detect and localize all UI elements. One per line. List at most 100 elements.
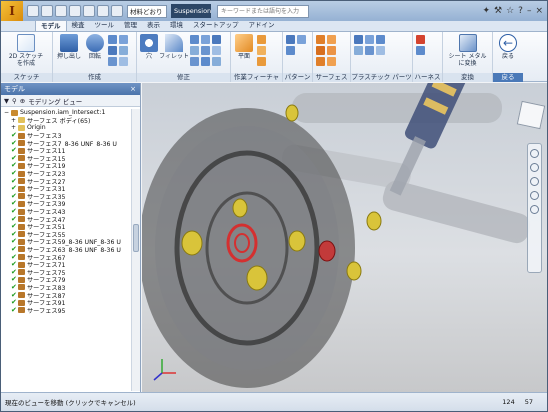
- steering-wheel-icon[interactable]: [530, 149, 539, 158]
- tree-folder[interactable]: + サーフェス ボディ(65): [1, 117, 131, 124]
- close-icon[interactable]: ×: [130, 83, 140, 95]
- look-at-icon[interactable]: [530, 205, 539, 214]
- tree-item[interactable]: ✔ サーフェス63_8-36 UNF_8-36 U: [1, 246, 131, 254]
- tree-item[interactable]: ✔ サーフェス75: [1, 268, 131, 276]
- tree-item[interactable]: ✔ サーフェス91: [1, 299, 131, 307]
- tree-item[interactable]: ✔ サーフェス27: [1, 177, 131, 185]
- point-icon[interactable]: [257, 46, 266, 55]
- rule-fillet-icon[interactable]: [365, 46, 374, 55]
- star-icon[interactable]: ☆: [506, 6, 514, 16]
- extrude-button[interactable]: 押し出し: [56, 34, 82, 60]
- thicken-icon[interactable]: [316, 35, 325, 44]
- new-icon[interactable]: [27, 5, 39, 17]
- tab-model[interactable]: モデル: [35, 20, 67, 31]
- search-input[interactable]: キーワードまたは語句を入力: [217, 4, 309, 18]
- revolve-button[interactable]: 回転: [85, 34, 105, 60]
- draft-icon[interactable]: [212, 35, 221, 44]
- patch-icon[interactable]: [327, 46, 336, 55]
- tree-root[interactable]: − Suspension.iam_Intersect:1: [1, 109, 131, 117]
- tree-item[interactable]: ✔ サーフェス43: [1, 208, 131, 216]
- scroll-thumb[interactable]: [133, 224, 139, 252]
- update-icon[interactable]: [111, 5, 123, 17]
- grill-icon[interactable]: [354, 35, 363, 44]
- save-icon[interactable]: [55, 5, 67, 17]
- rest-icon[interactable]: [376, 35, 385, 44]
- tree-item[interactable]: ✔ サーフェス67: [1, 253, 131, 261]
- expand-toggle-icon[interactable]: +: [11, 117, 18, 124]
- thread-icon[interactable]: [190, 46, 199, 55]
- tree-item[interactable]: ✔ サーフェス51: [1, 223, 131, 231]
- help-search-icon[interactable]: ✦: [482, 6, 490, 16]
- harness-edit-icon[interactable]: [416, 46, 425, 55]
- tree-item[interactable]: ✔ サーフェス83: [1, 284, 131, 292]
- lip-icon[interactable]: [376, 46, 385, 55]
- convert-to-sheet-metal-button[interactable]: シート メタル に変換: [446, 34, 489, 67]
- tree-item[interactable]: ✔ サーフェス55: [1, 231, 131, 239]
- loft-icon[interactable]: [108, 35, 117, 44]
- extend-icon[interactable]: [327, 57, 336, 66]
- filter-icon[interactable]: ▼: [4, 97, 9, 105]
- open-icon[interactable]: [41, 5, 53, 17]
- shell-icon[interactable]: [201, 35, 210, 44]
- view-cube[interactable]: [516, 100, 546, 130]
- sculpt-icon[interactable]: [316, 46, 325, 55]
- tab-tools[interactable]: ツール: [90, 20, 120, 31]
- split-icon[interactable]: [201, 46, 210, 55]
- coil-icon[interactable]: [108, 46, 117, 55]
- move-face-icon[interactable]: [190, 57, 199, 66]
- tab-add-ins[interactable]: アドイン: [244, 20, 280, 31]
- boss-icon[interactable]: [365, 35, 374, 44]
- undo-icon[interactable]: [69, 5, 81, 17]
- copy-object-icon[interactable]: [201, 57, 210, 66]
- axis-icon[interactable]: [257, 35, 266, 44]
- tree-item[interactable]: ✔ サーフェス7_8-36 UNF_8-36 U: [1, 139, 131, 147]
- expand-icon[interactable]: ⊕: [20, 97, 25, 105]
- browser-scrollbar[interactable]: [131, 109, 140, 391]
- tab-manage[interactable]: 管理: [119, 20, 142, 31]
- tree-item[interactable]: ✔ サーフェス39: [1, 200, 131, 208]
- plane-button[interactable]: 平面: [234, 34, 254, 60]
- tree-item[interactable]: ✔ サーフェス15: [1, 155, 131, 163]
- harness-create-icon[interactable]: [416, 35, 425, 44]
- chamfer-icon[interactable]: [190, 35, 199, 44]
- material-select[interactable]: 材料どおり: [127, 4, 167, 18]
- close-icon[interactable]: ×: [535, 6, 543, 16]
- trim-icon[interactable]: [316, 57, 325, 66]
- mirror-icon[interactable]: [286, 46, 295, 55]
- snap-fit-icon[interactable]: [354, 46, 363, 55]
- direct-edit-icon[interactable]: [212, 57, 221, 66]
- stitch-icon[interactable]: [327, 35, 336, 44]
- expand-toggle-icon[interactable]: −: [4, 109, 11, 116]
- select-icon[interactable]: [97, 5, 109, 17]
- tree-item[interactable]: ✔ サーフェス19: [1, 162, 131, 170]
- tree-item[interactable]: ✔ サーフェス47: [1, 215, 131, 223]
- tab-get-started[interactable]: スタートアップ: [188, 20, 244, 31]
- ucs-icon[interactable]: [257, 57, 266, 66]
- combine-icon[interactable]: [212, 46, 221, 55]
- tools-icon[interactable]: ⚒: [494, 6, 502, 16]
- hole-button[interactable]: 穴: [140, 34, 158, 60]
- tree-item[interactable]: ✔ サーフェス31: [1, 185, 131, 193]
- derive-icon[interactable]: [119, 57, 128, 66]
- tree-item[interactable]: ✔ サーフェス71: [1, 261, 131, 269]
- tree-item[interactable]: ✔ サーフェス11: [1, 147, 131, 155]
- tab-inspect[interactable]: 検査: [67, 20, 90, 31]
- orbit-icon[interactable]: [530, 191, 539, 200]
- sweep-icon[interactable]: [119, 35, 128, 44]
- find-icon[interactable]: ⚲: [12, 97, 17, 105]
- tree-item[interactable]: ✔ サーフェス79: [1, 276, 131, 284]
- app-logo-icon[interactable]: I: [1, 1, 23, 21]
- return-button[interactable]: ← 戻る: [496, 34, 520, 60]
- browser-title[interactable]: モデル: [4, 83, 25, 95]
- expand-toggle-icon[interactable]: +: [11, 124, 18, 131]
- graphics-viewport[interactable]: [142, 83, 547, 393]
- tab-environments[interactable]: 環境: [165, 20, 188, 31]
- zoom-icon[interactable]: [530, 177, 539, 186]
- redo-icon[interactable]: [83, 5, 95, 17]
- rectangular-pattern-icon[interactable]: [286, 35, 295, 44]
- tree-item[interactable]: ✔ サーフェス3: [1, 132, 131, 140]
- tree-item[interactable]: ✔ サーフェス87: [1, 291, 131, 299]
- tree-folder[interactable]: + Origin: [1, 124, 131, 132]
- tree-item[interactable]: ✔ サーフェス23: [1, 170, 131, 178]
- pan-icon[interactable]: [530, 163, 539, 172]
